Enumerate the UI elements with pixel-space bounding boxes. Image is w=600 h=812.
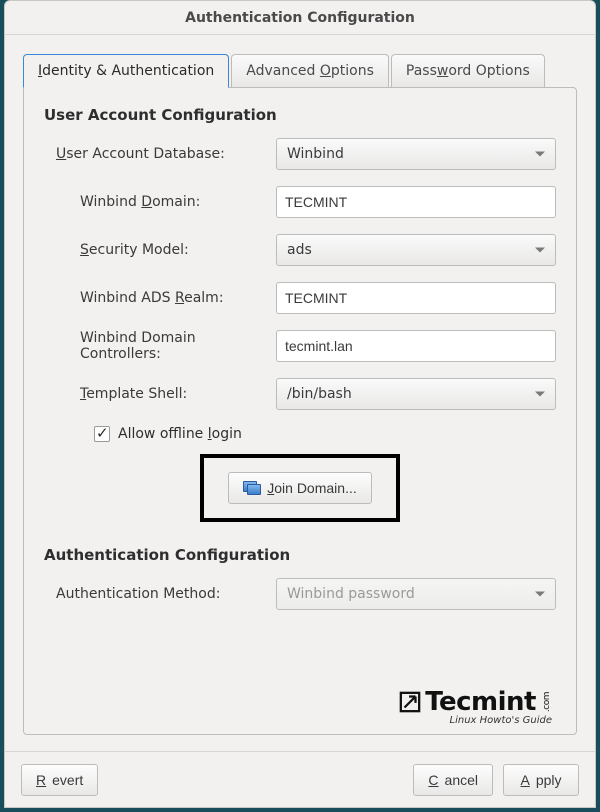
- checkbox-allow-offline-login[interactable]: [94, 426, 110, 442]
- row-security-model: Security Model: ads: [44, 234, 556, 266]
- section-auth-config-wrap: Authentication Configuration Authenticat…: [44, 546, 556, 610]
- select-user-account-database[interactable]: Winbind: [276, 138, 556, 170]
- input-winbind-domain[interactable]: [276, 186, 556, 218]
- row-winbind-domain: Winbind Domain:: [44, 186, 556, 218]
- apply-button[interactable]: Apply: [503, 764, 579, 796]
- tab-panel: User Account Configuration User Account …: [23, 87, 577, 735]
- select-value: /bin/bash: [287, 386, 352, 402]
- dialog-footer: Revert Cancel Apply: [5, 751, 595, 807]
- content-area: Identity & Authentication Advanced Optio…: [5, 35, 595, 751]
- tab-password-options[interactable]: Password Options: [391, 54, 545, 87]
- select-value: ads: [287, 242, 312, 258]
- row-domain-controllers: Winbind Domain Controllers:: [44, 330, 556, 362]
- label-allow-offline-login: Allow offline login: [118, 426, 242, 442]
- label-winbind-domain: Winbind Domain:: [80, 194, 276, 210]
- join-domain-button[interactable]: Join Domain...: [228, 472, 371, 504]
- label-user-account-database: User Account Database:: [56, 146, 276, 162]
- join-domain-highlight: Join Domain...: [200, 454, 400, 522]
- row-user-account-database: User Account Database: Winbind: [44, 138, 556, 170]
- select-template-shell[interactable]: /bin/bash: [276, 378, 556, 410]
- input-domain-controllers[interactable]: [276, 330, 556, 362]
- select-security-model[interactable]: ads: [276, 234, 556, 266]
- tab-bar: Identity & Authentication Advanced Optio…: [23, 49, 577, 87]
- label-authentication-method: Authentication Method:: [56, 586, 276, 602]
- select-value: Winbind password: [287, 586, 415, 602]
- input-ads-realm[interactable]: [276, 282, 556, 314]
- row-ads-realm: Winbind ADS Realm:: [44, 282, 556, 314]
- row-allow-offline-login: Allow offline login: [44, 426, 556, 442]
- row-authentication-method: Authentication Method: Winbind password: [44, 578, 556, 610]
- select-value: Winbind: [287, 146, 344, 162]
- auth-config-window: Authentication Configuration Identity & …: [4, 0, 596, 808]
- arrow-box-icon: [399, 691, 421, 713]
- section-user-account-config: User Account Configuration: [44, 106, 556, 124]
- select-authentication-method: Winbind password: [276, 578, 556, 610]
- section-authentication-configuration: Authentication Configuration: [44, 546, 556, 564]
- label-template-shell: Template Shell:: [80, 386, 276, 402]
- revert-button[interactable]: Revert: [21, 764, 98, 796]
- tab-advanced-options[interactable]: Advanced Options: [231, 54, 389, 87]
- tab-identity-authentication[interactable]: Identity & Authentication: [23, 54, 229, 88]
- computers-icon: [243, 481, 261, 495]
- watermark-brand-text: Tecmint: [425, 687, 536, 717]
- watermark-brand: Tecmint .com: [399, 687, 552, 717]
- label-domain-controllers: Winbind Domain Controllers:: [80, 330, 276, 362]
- watermark-suffix: .com: [542, 692, 552, 712]
- label-security-model: Security Model:: [80, 242, 276, 258]
- row-template-shell: Template Shell: /bin/bash: [44, 378, 556, 410]
- cancel-button[interactable]: Cancel: [413, 764, 493, 796]
- tab-label: dentity & Authentication: [42, 63, 214, 79]
- label-ads-realm: Winbind ADS Realm:: [80, 290, 276, 306]
- window-title: Authentication Configuration: [5, 1, 595, 35]
- watermark: Tecmint .com Linux Howto's Guide: [399, 687, 552, 726]
